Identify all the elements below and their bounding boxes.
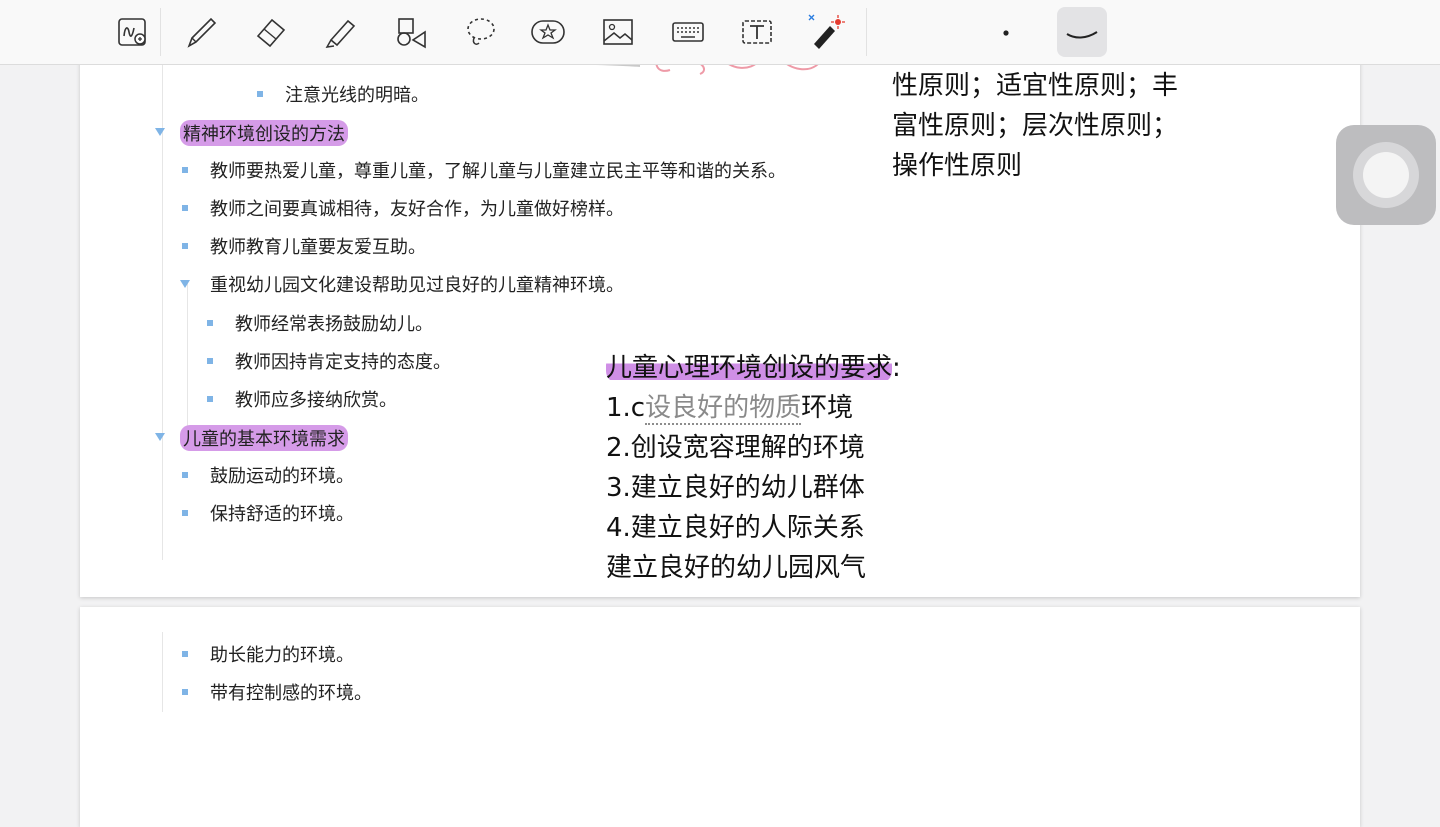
laser-pointer-icon[interactable] [804,10,848,54]
highlighted-text: 儿童的基本环境需求 [180,425,348,451]
list-item[interactable]: 带有控制感的环境。 [210,677,372,707]
handwritten-title: 儿童心理环境创设的要求: [606,348,901,388]
shapes-icon[interactable] [389,10,433,54]
indent-guide [187,280,188,430]
indent-guide [162,632,163,712]
list-item[interactable]: 教师经常表扬鼓励幼儿。 [235,308,433,338]
bullet-icon [182,167,188,173]
indent-guide [162,40,163,560]
list-item[interactable]: 教师要热爱儿童，尊重儿童，了解儿童与儿童建立民主平等和谐的关系。 [210,155,786,185]
line-suffix: 环境 [801,393,854,423]
list-item[interactable]: 教师应多接纳欣赏。 [235,384,397,414]
handwritten-line: 3.建立良好的幼儿群体 [606,473,865,503]
text-box-icon[interactable] [735,10,779,54]
collapse-triangle-icon[interactable] [180,280,190,288]
image-icon[interactable] [596,10,640,54]
assistive-touch-button[interactable] [1336,125,1436,225]
list-heading[interactable]: 儿童的基本环境需求 [180,423,348,453]
bullet-icon [182,510,188,516]
bullet-icon [182,651,188,657]
sticker-icon[interactable] [526,10,570,54]
collapse-triangle-icon[interactable] [155,433,165,441]
list-item[interactable]: 保持舒适的环境。 [210,498,354,528]
handwritten-line: 性原则；适宜性原则；丰 [892,71,1179,101]
handwritten-line: 1.c设良好的物质环境 [606,388,901,428]
struck-text: 设良好的物质 [645,393,802,425]
eraser-icon[interactable] [249,10,293,54]
bullet-icon [182,472,188,478]
list-item[interactable]: 教师教育儿童要友爱互助。 [210,231,426,261]
list-item[interactable]: 重视幼儿园文化建设帮助见过良好的儿童精神环境。 [210,269,624,299]
handwritten-note[interactable]: 儿童心理环境创设的要求: 1.c设良好的物质环境 2.创设宽容理解的环境 3.建… [606,348,901,588]
stroke-style-icon[interactable] [1057,7,1107,57]
list-item[interactable]: 教师因持肯定支持的态度。 [235,346,451,376]
assistive-touch-ring [1353,142,1419,208]
highlighted-text: 儿童心理环境创设的要求 [606,353,893,383]
bullet-icon [182,243,188,249]
lasso-icon[interactable] [458,10,502,54]
handwriting-zoom-icon[interactable] [111,10,155,54]
notebook-page: 注意光线的明暗。 精神环境创设的方法 教师要热爱儿童，尊重儿童，了解儿童与儿童建… [80,40,1360,597]
pen-icon[interactable] [179,10,223,54]
bullet-icon [182,689,188,695]
bullet-icon [207,396,213,402]
toolbar-divider [160,8,161,56]
notebook-page: 助长能力的环境。 带有控制感的环境。 [80,607,1360,827]
handwritten-note[interactable]: 性原则；适宜性原则；丰 富性原则；层次性原则； 操作性原则 [892,66,1178,186]
handwritten-line: 2.创设宽容理解的环境 [606,433,865,463]
bullet-icon [182,205,188,211]
collapse-triangle-icon[interactable] [155,128,165,136]
toolbar-divider [866,8,867,56]
highlighter-icon[interactable] [319,10,363,54]
line-prefix: 1.c [606,393,646,423]
list-item[interactable]: 注意光线的明暗。 [285,79,429,109]
bullet-icon [257,91,263,97]
handwritten-line: 建立良好的幼儿园风气 [606,553,867,583]
list-item[interactable]: 鼓励运动的环境。 [210,460,354,490]
keyboard-icon[interactable] [666,10,710,54]
handwritten-line: 4.建立良好的人际关系 [606,513,865,543]
handwritten-line: 富性原则；层次性原则； [892,111,1179,141]
highlighted-text: 精神环境创设的方法 [180,120,348,146]
list-item[interactable]: 助长能力的环境。 [210,639,354,669]
title-colon: : [892,353,901,383]
outline-list: 助长能力的环境。 带有控制感的环境。 [80,607,1360,827]
list-heading[interactable]: 精神环境创设的方法 [180,118,348,148]
bullet-icon [207,358,213,364]
stroke-size-dot-icon[interactable] [982,10,1026,54]
handwritten-line: 操作性原则 [892,151,1023,181]
list-item[interactable]: 教师之间要真诚相待，友好合作，为儿童做好榜样。 [210,193,624,223]
assistive-touch-core [1363,152,1409,198]
drawing-toolbar [0,0,1440,65]
bullet-icon [207,320,213,326]
